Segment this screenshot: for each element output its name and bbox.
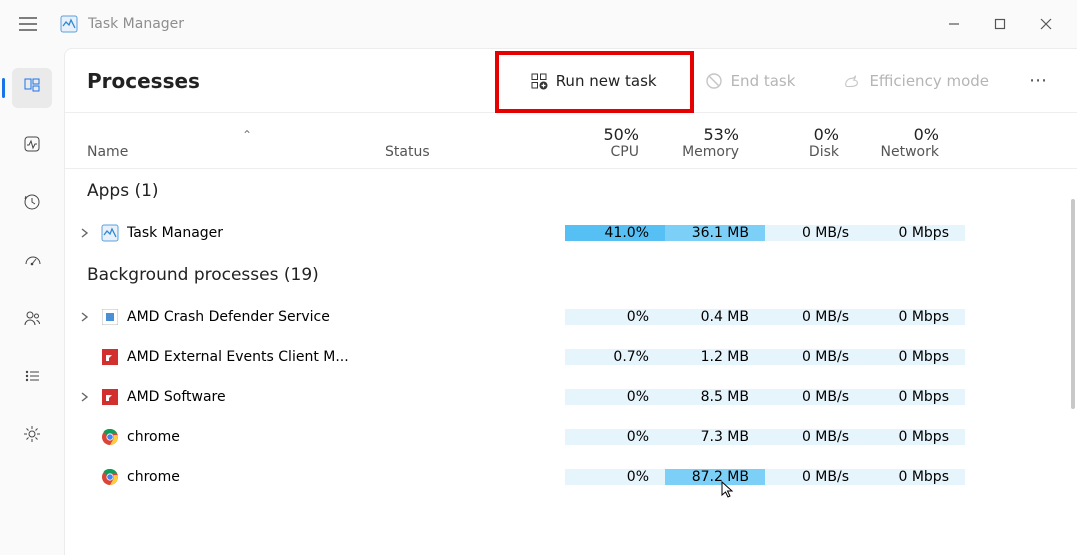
sidebar-item-users[interactable] <box>12 300 52 340</box>
cpu-cell: 0% <box>565 469 665 485</box>
sidebar <box>0 48 64 555</box>
memory-cell: 8.5 MB <box>665 389 765 405</box>
people-icon <box>23 309 41 331</box>
memory-cell: 0.4 MB <box>665 309 765 325</box>
main-panel: Processes Run new task End task Efficien… <box>64 48 1077 555</box>
chevron-right-icon[interactable] <box>77 225 93 241</box>
process-icon <box>101 308 119 326</box>
clock-icon <box>23 193 41 215</box>
scrollbar[interactable] <box>1071 199 1075 409</box>
process-row[interactable]: Task Manager 41.0%36.1 MB0 MB/s0 Mbps <box>65 213 1077 253</box>
chevron-right-icon[interactable] <box>77 309 93 325</box>
process-row[interactable]: chrome 0%7.3 MB0 MB/s0 Mbps <box>65 417 1077 457</box>
end-task-button[interactable]: End task <box>691 64 810 98</box>
process-name: chrome <box>127 429 180 445</box>
efficiency-mode-label: Efficiency mode <box>869 72 989 90</box>
process-icon <box>101 468 119 486</box>
speed-icon <box>23 251 41 273</box>
more-button[interactable]: ⋯ <box>1023 64 1055 97</box>
efficiency-mode-button[interactable]: Efficiency mode <box>829 64 1003 98</box>
disk-cell: 0 MB/s <box>765 225 865 241</box>
network-cell: 0 Mbps <box>865 225 965 241</box>
sidebar-item-history[interactable] <box>12 184 52 224</box>
maximize-button[interactable] <box>977 4 1023 44</box>
process-name: AMD External Events Client M... <box>127 349 349 365</box>
disk-cell: 0 MB/s <box>765 469 865 485</box>
process-icon <box>101 388 119 406</box>
name-header[interactable]: Name <box>87 144 385 160</box>
network-cell: 0 Mbps <box>865 389 965 405</box>
process-name: Task Manager <box>127 225 223 241</box>
end-task-icon <box>705 72 723 90</box>
disk-cell: 0 MB/s <box>765 429 865 445</box>
memory-cell: 1.2 MB <box>665 349 765 365</box>
sidebar-item-processes[interactable] <box>12 68 52 108</box>
list-icon <box>23 367 41 389</box>
network-cell: 0 Mbps <box>865 429 965 445</box>
run-new-task-button[interactable]: Run new task <box>516 64 671 98</box>
cpu-cell: 0% <box>565 389 665 405</box>
minimize-button[interactable] <box>931 4 977 44</box>
sidebar-item-startup[interactable] <box>12 242 52 282</box>
end-task-label: End task <box>731 72 796 90</box>
network-cell: 0 Mbps <box>865 469 965 485</box>
disk-cell: 0 MB/s <box>765 349 865 365</box>
chevron-right-icon[interactable] <box>77 389 93 405</box>
page-title: Processes <box>87 69 200 93</box>
gear-icon <box>23 425 41 447</box>
hamburger-menu[interactable] <box>8 4 48 44</box>
network-cell: 0 Mbps <box>865 349 965 365</box>
grid-icon <box>23 77 41 99</box>
sidebar-item-services[interactable] <box>12 416 52 456</box>
cpu-cell: 0.7% <box>565 349 665 365</box>
process-row[interactable]: AMD Software 0%8.5 MB0 MB/s0 Mbps <box>65 377 1077 417</box>
process-icon <box>101 348 119 366</box>
sidebar-item-performance[interactable] <box>12 126 52 166</box>
process-row[interactable]: AMD External Events Client M... 0.7%1.2 M… <box>65 337 1077 377</box>
process-row[interactable]: chrome 0%87.2 MB0 MB/s0 Mbps <box>65 457 1077 497</box>
window-title: Task Manager <box>88 16 184 32</box>
memory-cell: 87.2 MB <box>665 469 765 485</box>
cpu-cell: 0% <box>565 309 665 325</box>
toolbar: Processes Run new task End task Efficien… <box>65 49 1077 113</box>
group-header[interactable]: Background processes (19) <box>65 253 1077 297</box>
process-name: AMD Software <box>127 389 226 405</box>
disk-cell: 0 MB/s <box>765 309 865 325</box>
memory-cell: 7.3 MB <box>665 429 765 445</box>
process-icon <box>101 224 119 242</box>
memory-cell: 36.1 MB <box>665 225 765 241</box>
network-cell: 0 Mbps <box>865 309 965 325</box>
efficiency-mode-icon <box>843 72 861 90</box>
disk-header[interactable]: 0%Disk <box>755 125 855 160</box>
group-header[interactable]: Apps (1) <box>65 169 1077 213</box>
process-grid: Apps (1)Task Manager41.0%36.1 MB0 MB/s0 … <box>65 169 1077 555</box>
process-icon <box>101 428 119 446</box>
close-button[interactable] <box>1023 4 1069 44</box>
network-header[interactable]: 0%Network <box>855 125 955 160</box>
app-icon <box>60 15 78 33</box>
run-new-task-label: Run new task <box>556 72 657 90</box>
process-name: AMD Crash Defender Service <box>127 309 330 325</box>
cpu-header[interactable]: 50%CPU <box>555 125 655 160</box>
status-header[interactable]: Status <box>385 144 555 160</box>
process-row[interactable]: AMD Crash Defender Service 0%0.4 MB0 MB/s… <box>65 297 1077 337</box>
process-name: chrome <box>127 469 180 485</box>
pulse-icon <box>23 135 41 157</box>
titlebar: Task Manager <box>0 0 1077 48</box>
disk-cell: 0 MB/s <box>765 389 865 405</box>
memory-header[interactable]: 53%Memory <box>655 125 755 160</box>
run-new-task-icon <box>530 72 548 90</box>
column-headers: ⌃ Name Status 50%CPU 53%Memory 0%Disk 0%… <box>65 113 1077 169</box>
sort-indicator-icon: ⌃ <box>87 128 407 142</box>
sidebar-item-details[interactable] <box>12 358 52 398</box>
cpu-cell: 41.0% <box>565 225 665 241</box>
cpu-cell: 0% <box>565 429 665 445</box>
